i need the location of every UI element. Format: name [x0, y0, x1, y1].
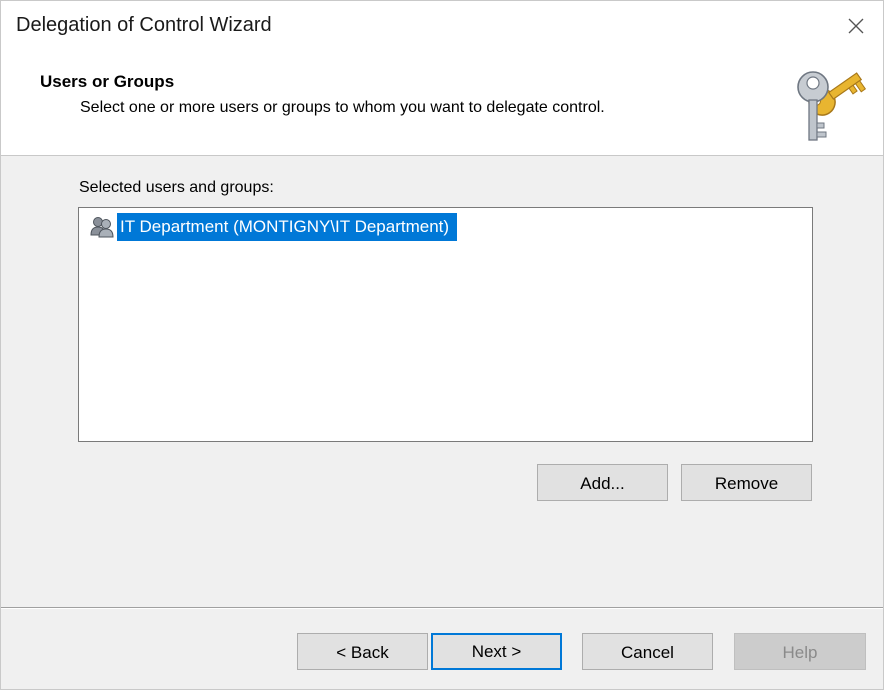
next-button[interactable]: Next > — [431, 633, 562, 670]
close-button[interactable] — [841, 11, 871, 41]
page-description: Select one or more users or groups to wh… — [80, 99, 605, 116]
add-button[interactable]: Add... — [537, 464, 668, 501]
page-title: Users or Groups — [40, 72, 175, 91]
footer-separator — [1, 607, 883, 609]
group-icon — [90, 217, 114, 238]
list-item-label: IT Department (MONTIGNY\IT Department) — [117, 213, 458, 241]
selected-users-listbox[interactable]: IT Department (MONTIGNY\IT Department) — [78, 207, 813, 442]
remove-button[interactable]: Remove — [681, 464, 812, 501]
wizard-header: Users or Groups Select one or more users… — [1, 51, 883, 156]
cancel-button[interactable]: Cancel — [582, 633, 713, 670]
help-button[interactable]: Help — [734, 633, 866, 670]
window-title: Delegation of Control Wizard — [16, 14, 272, 36]
selected-users-label: Selected users and groups: — [79, 179, 274, 196]
title-bar: Delegation of Control Wizard — [1, 1, 883, 51]
keys-icon — [797, 71, 867, 141]
back-button[interactable]: < Back — [297, 633, 428, 670]
close-icon — [848, 18, 864, 34]
wizard-dialog: Delegation of Control Wizard Users or Gr… — [0, 0, 884, 690]
list-item[interactable]: IT Department (MONTIGNY\IT Department) — [89, 213, 458, 241]
